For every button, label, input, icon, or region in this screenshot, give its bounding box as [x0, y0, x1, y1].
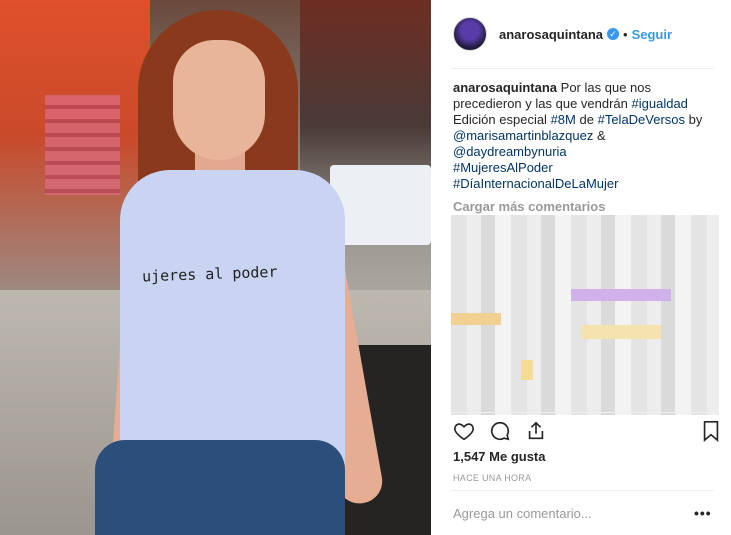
hashtag-link[interactable]: #8M — [551, 112, 576, 127]
blurred-highlight — [451, 313, 501, 325]
caption-text: & — [596, 128, 606, 143]
woman-tshirt — [120, 170, 345, 480]
post-header: anarosaquintana ✓ • Seguir — [431, 0, 731, 68]
mention-link[interactable]: @marisamartinblazquez — [453, 128, 593, 143]
post-photo[interactable]: ujeres al poder — [0, 0, 431, 535]
header-username[interactable]: anarosaquintana — [499, 27, 603, 42]
post-caption: anarosaquintana Por las que nos precedie… — [453, 80, 715, 192]
post-timestamp: HACE UNA HORA — [453, 473, 532, 483]
hashtag-link[interactable]: #TelaDeVersos — [598, 112, 685, 127]
hashtag-link[interactable]: #MujeresAlPoder — [453, 160, 553, 175]
hashtag-link[interactable]: #igualdad — [632, 96, 688, 111]
comment-icon[interactable] — [489, 420, 511, 442]
blurred-comments — [451, 215, 719, 415]
verified-badge-icon: ✓ — [607, 28, 620, 40]
blurred-highlight — [571, 289, 671, 301]
mention-link[interactable]: @daydreambynuria — [453, 144, 567, 159]
share-icon[interactable] — [525, 420, 547, 442]
caption-text: Edición especial — [453, 112, 547, 127]
hashtag-link[interactable]: #DíaInternacionalDeLaMujer — [453, 176, 618, 191]
caption-username[interactable]: anarosaquintana — [453, 80, 557, 95]
bookmark-icon[interactable] — [701, 420, 721, 442]
avatar[interactable] — [453, 17, 487, 51]
post-panel: anarosaquintana ✓ • Seguir anarosaquinta… — [431, 0, 731, 535]
comment-input[interactable]: Agrega un comentario... — [453, 506, 592, 521]
woman-face — [173, 40, 265, 160]
blurred-highlight — [581, 325, 661, 339]
blurred-highlight — [521, 360, 533, 380]
likes-count[interactable]: 1,547 Me gusta — [453, 449, 546, 464]
divider — [451, 490, 714, 491]
more-options-button[interactable]: ••• — [694, 505, 712, 521]
follow-button[interactable]: Seguir — [632, 27, 672, 42]
caption-text: by — [688, 112, 703, 127]
background-table — [330, 165, 431, 245]
caption-text: de — [579, 112, 594, 127]
divider — [451, 412, 714, 413]
heart-icon[interactable] — [453, 420, 475, 442]
load-more-comments-button[interactable]: Cargar más comentarios — [453, 199, 605, 214]
post-actions — [453, 420, 723, 444]
divider — [451, 68, 714, 69]
woman-jeans — [95, 440, 345, 535]
background-shelf — [45, 95, 120, 195]
separator-dot: • — [623, 26, 628, 42]
